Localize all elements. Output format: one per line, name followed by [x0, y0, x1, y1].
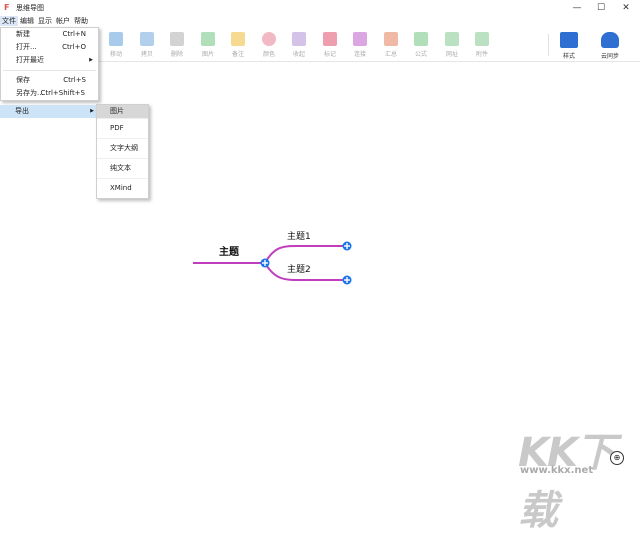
- submenu-arrow-icon: ▶: [90, 108, 94, 114]
- root-topic-node[interactable]: 主题: [219, 243, 239, 258]
- menu-item-recent[interactable]: 打开最近 ▶: [1, 54, 98, 67]
- menu-item-new[interactable]: 新建 Ctrl+N: [1, 28, 98, 41]
- zoom-icon[interactable]: ⊕: [610, 451, 624, 465]
- export-image[interactable]: 图片: [97, 105, 148, 119]
- child2-expand-toggle[interactable]: [342, 275, 352, 285]
- menu-item-open[interactable]: 打开... Ctrl+O: [1, 41, 98, 54]
- child-topic-node[interactable]: 主题1: [287, 229, 311, 242]
- export-xmind[interactable]: XMind: [97, 179, 148, 198]
- watermark-logo: KK下载: [518, 430, 616, 534]
- root-expand-toggle[interactable]: [260, 258, 270, 268]
- file-menu-dropdown: 新建 Ctrl+N 打开... Ctrl+O 打开最近 ▶ 保存 Ctrl+S 另存为.…: [0, 27, 99, 101]
- menu-item-save-as[interactable]: 另存为... Ctrl+Shift+S: [1, 87, 98, 100]
- submenu-arrow-icon: ▶: [89, 57, 93, 63]
- menu-item-save[interactable]: 保存 Ctrl+S: [1, 74, 98, 87]
- menu-divider: [3, 70, 96, 71]
- branch-line-1: [264, 244, 346, 264]
- child-topic-node[interactable]: 主题2: [287, 262, 311, 275]
- child1-expand-toggle[interactable]: [342, 241, 352, 251]
- export-plain-text[interactable]: 纯文本: [97, 159, 148, 179]
- export-outline[interactable]: 文字大纲: [97, 139, 148, 159]
- export-pdf[interactable]: PDF: [97, 119, 148, 139]
- watermark-url: www.kkx.net: [520, 465, 594, 476]
- export-submenu: 图片 PDF 文字大纲 纯文本 XMind: [96, 104, 149, 199]
